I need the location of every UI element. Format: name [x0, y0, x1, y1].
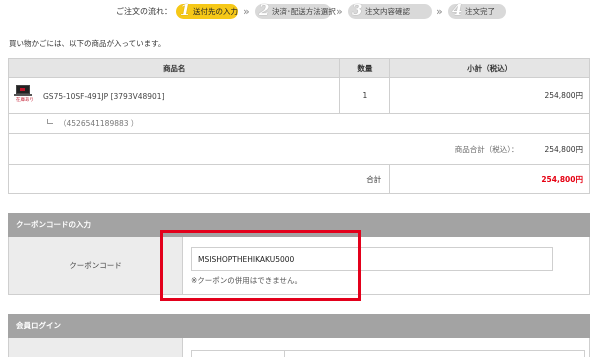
cart-header-row: 商品名 数量 小計（税込） — [7, 58, 590, 78]
step-label: 送付先の入力 — [193, 7, 238, 16]
login-section-title: 会員ログイン — [8, 314, 590, 338]
step-label: 注文内容確認 — [365, 7, 410, 16]
product-name: GS75-10SF-491JP [3793V48901] — [43, 91, 165, 101]
step-4-complete: 4 注文完了 — [448, 1, 506, 19]
cart-item-jan-row: （4526541189883 ） — [8, 113, 590, 134]
step-label: 注文完了 — [465, 7, 495, 16]
cart-table: 商品名 数量 小計（税込） 在庫あり GS75-10SF-491JP [3793… — [7, 58, 590, 194]
grand-total-label: 合計 — [7, 164, 391, 194]
branch-line-icon — [47, 119, 53, 124]
step-label: 決済･配送方法選択 — [272, 7, 336, 16]
goods-total-label: 商品合計（税込）： — [454, 144, 519, 154]
step-number: 3 — [352, 1, 363, 19]
step-arrow-icon: » — [336, 5, 343, 18]
goods-total-value: 254,800円 — [544, 144, 583, 154]
grand-total-row: 合計 254,800円 — [7, 164, 590, 194]
checkout-steps: ご注文の流れ： 1 送付先の入力 » 2 決済･配送方法選択 » 3 注文内容確… — [0, 1, 600, 20]
jan-code: （4526541189883 ） — [59, 119, 139, 128]
product-quantity: 1 — [339, 77, 391, 114]
coupon-code-label: クーポンコード — [9, 237, 183, 294]
steps-label: ご注文の流れ： — [116, 7, 172, 16]
header-subtotal: 小計（税込） — [389, 58, 590, 78]
product-cell: 在庫あり GS75-10SF-491JP [3793V48901] — [7, 77, 341, 114]
jan-cell: （4526541189883 ） — [8, 113, 590, 134]
cart-intro-text: 買い物かごには、以下の商品が入っています。 — [9, 39, 166, 48]
login-input[interactable] — [191, 350, 585, 357]
step-1-shipping: 1 送付先の入力 — [176, 1, 238, 19]
step-number: 4 — [452, 1, 463, 19]
login-section — [8, 338, 590, 357]
stock-tag: 在庫あり — [16, 97, 34, 103]
product-thumbnail[interactable]: 在庫あり — [14, 84, 34, 103]
goods-total-row: 商品合計（税込）： 254,800円 — [8, 133, 590, 165]
product-subtotal: 254,800円 — [389, 77, 590, 114]
step-number: 2 — [259, 1, 270, 19]
header-quantity: 数量 — [339, 58, 391, 78]
grand-total-value: 254,800円 — [389, 164, 590, 194]
step-arrow-icon: » — [243, 5, 250, 18]
highlight-box — [160, 230, 361, 301]
step-arrow-icon: » — [436, 5, 443, 18]
login-label-cell — [9, 338, 183, 357]
step-number: 1 — [180, 1, 191, 19]
goods-total-cell: 商品合計（税込）： 254,800円 — [8, 133, 590, 165]
step-3-confirm: 3 注文内容確認 — [348, 1, 432, 19]
cart-item-row: 在庫あり GS75-10SF-491JP [3793V48901] 1 254,… — [7, 77, 590, 114]
header-product-name: 商品名 — [7, 58, 341, 78]
step-2-payment: 2 決済･配送方法選択 — [255, 1, 336, 19]
